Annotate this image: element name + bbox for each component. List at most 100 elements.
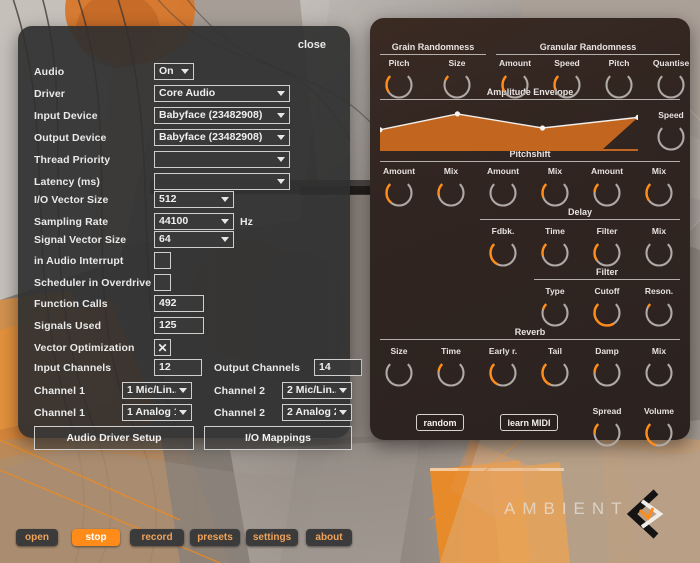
knob-master-volume[interactable]	[644, 418, 674, 448]
knob-label-master-1: Volume	[643, 406, 675, 416]
transport-button-record[interactable]: record	[130, 529, 184, 546]
section-title-reverb: Reverb	[514, 327, 546, 337]
knob-delay-filter[interactable]	[592, 238, 622, 268]
knob-granular-randomness-amount[interactable]	[500, 70, 530, 100]
chevron-down-icon	[181, 69, 189, 74]
plugin-window: close Audio On Driver Core Audio Input Devic…	[0, 0, 700, 563]
input-device-label: Input Device	[34, 110, 98, 122]
channel-1b-select[interactable]: 1 Analog 1	[122, 404, 192, 421]
chevron-down-icon	[277, 113, 285, 118]
knob-granular-randomness-quantise[interactable]	[656, 70, 686, 100]
knob-filter-reson[interactable]	[644, 298, 674, 328]
chevron-down-icon	[221, 219, 229, 224]
knob-pitchshift-mix[interactable]	[436, 178, 466, 208]
input-device-select[interactable]: Babyface (23482908)	[154, 107, 290, 124]
knob-label-granular-randomness-2: Pitch	[608, 58, 630, 68]
output-channels-field[interactable]: 14	[314, 359, 362, 376]
sampling-rate-select[interactable]: 44100	[154, 213, 234, 230]
knob-reverb-time[interactable]	[436, 358, 466, 388]
knob-pitchshift-mix[interactable]	[644, 178, 674, 208]
io-mappings-button[interactable]: I/O Mappings	[204, 426, 352, 450]
knob-label-granular-randomness-3: Quantise	[652, 58, 690, 68]
channel-2b-select[interactable]: 2 Analog 2	[282, 404, 352, 421]
knob-pitchshift-amount[interactable]	[384, 178, 414, 208]
knob-label-reverb-4: Damp	[595, 346, 619, 356]
in-audio-interrupt-checkbox[interactable]	[154, 252, 171, 269]
knob-label-pitchshift-0: Amount	[382, 166, 416, 176]
transport-button-stop[interactable]: stop	[72, 529, 120, 546]
amplitude-envelope-graph[interactable]	[380, 106, 638, 150]
knob-label-delay-0: Fdbk.	[491, 226, 515, 236]
section-title-delay: Delay	[567, 207, 593, 217]
knob-label-reverb-0: Size	[390, 346, 408, 356]
section-title-grain-randomness: Grain Randomness	[391, 42, 475, 52]
latency-ms-select[interactable]	[154, 173, 290, 190]
knob-label-pitchshift-1: Mix	[443, 166, 459, 176]
signals-used-value: 125	[159, 319, 177, 331]
knob-delay-time[interactable]	[540, 238, 570, 268]
knob-granular-randomness-pitch[interactable]	[604, 70, 634, 100]
random-button[interactable]: random	[416, 414, 464, 431]
channel-2a-select[interactable]: 2 Mic/Lin...	[282, 382, 352, 399]
driver-select[interactable]: Core Audio	[154, 85, 290, 102]
audio-driver-setup-button[interactable]: Audio Driver Setup	[34, 426, 194, 450]
output-device-select[interactable]: Babyface (23482908)	[154, 129, 290, 146]
transport-button-presets[interactable]: presets	[190, 529, 240, 546]
scheduler-in-overdrive-checkbox[interactable]	[154, 274, 171, 291]
io-vector-size-value: 512	[159, 193, 177, 205]
transport-button-open[interactable]: open	[16, 529, 58, 546]
knob-amplitude-envelope-speed[interactable]	[656, 122, 686, 152]
knob-pitchshift-mix[interactable]	[540, 178, 570, 208]
transport-button-about[interactable]: about	[306, 529, 352, 546]
audio-on-off-label: Audio	[34, 66, 65, 78]
envelope-point-2[interactable]	[539, 125, 546, 131]
channel-1a-select[interactable]: 1 Mic/Lin...	[122, 382, 192, 399]
vector-optimization-checkbox[interactable]: ✕	[154, 339, 171, 356]
input-channels-field[interactable]: 12	[154, 359, 202, 376]
close-button[interactable]: close	[298, 39, 326, 51]
knob-reverb-early-r[interactable]	[488, 358, 518, 388]
brand-wordmark: AMBIENT	[504, 499, 629, 518]
signal-vector-size-value: 64	[159, 233, 171, 245]
learn-midi-button[interactable]: learn MIDI	[500, 414, 558, 431]
knob-delay-mix[interactable]	[644, 238, 674, 268]
audio-on-off-select[interactable]: On	[154, 63, 194, 80]
function-calls-value: 492	[159, 297, 177, 309]
knob-label-delay-3: Mix	[651, 226, 667, 236]
function-calls-field[interactable]: 492	[154, 295, 204, 312]
channel-2b-label: Channel 2	[214, 407, 266, 419]
scheduler-in-overdrive-label: Scheduler in Overdrive	[34, 277, 152, 289]
io-vector-size-select[interactable]: 512	[154, 191, 234, 208]
signal-vector-size-label: Signal Vector Size	[34, 234, 127, 246]
knob-master-spread[interactable]	[592, 418, 622, 448]
audio-on-off-value: On	[159, 65, 174, 77]
transport-button-settings[interactable]: settings	[246, 529, 298, 546]
envelope-baseline	[380, 149, 638, 151]
chevron-down-icon	[339, 410, 347, 415]
envelope-point-1[interactable]	[454, 111, 460, 117]
knob-reverb-size[interactable]	[384, 358, 414, 388]
knob-label-delay-2: Filter	[596, 226, 618, 236]
knob-reverb-mix[interactable]	[644, 358, 674, 388]
thread-priority-select[interactable]	[154, 151, 290, 168]
knob-label-reverb-2: Early r.	[488, 346, 518, 356]
knob-filter-type[interactable]	[540, 298, 570, 328]
knob-filter-cutoff[interactable]	[592, 298, 622, 328]
knob-granular-randomness-speed[interactable]	[552, 70, 582, 100]
knob-grain-randomness-size[interactable]	[442, 70, 472, 100]
sampling-rate-unit: Hz	[240, 216, 253, 228]
knob-label-amplitude-envelope-0: Speed	[658, 110, 684, 120]
diamond-chevron-logo-icon	[612, 484, 672, 544]
knob-label-granular-randomness-1: Speed	[554, 58, 580, 68]
signals-used-field[interactable]: 125	[154, 317, 204, 334]
knob-pitchshift-amount[interactable]	[592, 178, 622, 208]
knob-pitchshift-amount[interactable]	[488, 178, 518, 208]
knob-label-pitchshift-4: Amount	[590, 166, 624, 176]
knob-reverb-tail[interactable]	[540, 358, 570, 388]
knob-label-reverb-3: Tail	[547, 346, 562, 356]
knob-reverb-damp[interactable]	[592, 358, 622, 388]
knob-delay-fdbk[interactable]	[488, 238, 518, 268]
output-device-value: Babyface (23482908)	[159, 131, 263, 143]
knob-grain-randomness-pitch[interactable]	[384, 70, 414, 100]
signal-vector-size-select[interactable]: 64	[154, 231, 234, 248]
